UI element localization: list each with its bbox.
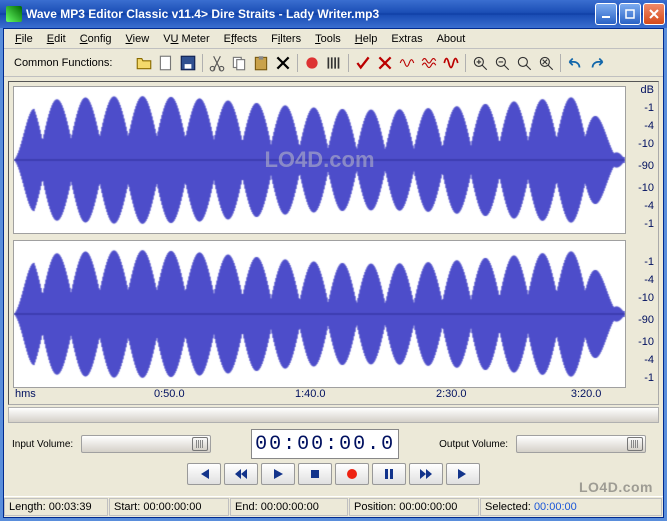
record-region-icon[interactable]	[302, 53, 322, 73]
rewind-button[interactable]	[224, 463, 258, 485]
output-volume-label: Output Volume:	[439, 439, 508, 450]
time-counter: 00:00:00.0	[251, 429, 399, 459]
forward-button[interactable]	[409, 463, 443, 485]
window-title: Wave MP3 Editor Classic v11.4> Dire Stra…	[26, 7, 593, 21]
paste-icon[interactable]	[251, 53, 271, 73]
menu-view[interactable]: View	[119, 31, 157, 47]
waveform-right-channel[interactable]	[13, 240, 626, 388]
zoom-in-icon[interactable]	[470, 53, 490, 73]
bars-icon[interactable]	[324, 53, 344, 73]
pause-button[interactable]	[372, 463, 406, 485]
open-icon[interactable]	[134, 53, 154, 73]
wave1-icon[interactable]	[397, 53, 417, 73]
wave3-icon[interactable]	[441, 53, 461, 73]
undo-icon[interactable]	[565, 53, 585, 73]
menu-edit[interactable]: Edit	[40, 31, 73, 47]
watermark-center: LO4D.com	[264, 147, 374, 173]
menu-filters[interactable]: Filters	[264, 31, 308, 47]
wave2-icon[interactable]	[419, 53, 439, 73]
close-button[interactable]	[643, 3, 665, 25]
status-selected: Selected: 00:00:00	[480, 498, 662, 516]
titlebar: Wave MP3 Editor Classic v11.4> Dire Stra…	[0, 0, 667, 28]
delete-icon[interactable]	[273, 53, 293, 73]
statusbar: Length: 00:03:39 Start: 00:00:00:00 End:…	[4, 496, 663, 517]
menu-config[interactable]: Config	[73, 31, 119, 47]
transport-controls	[4, 463, 663, 485]
cut-icon[interactable]	[207, 53, 227, 73]
menu-tools[interactable]: Tools	[308, 31, 348, 47]
menu-effects[interactable]: Effects	[217, 31, 264, 47]
record-button[interactable]	[335, 463, 369, 485]
status-length: Length: 00:03:39	[4, 498, 108, 516]
check-icon[interactable]	[353, 53, 373, 73]
watermark: LO4D.com	[579, 479, 653, 495]
cross-icon[interactable]	[375, 53, 395, 73]
input-volume-label: Input Volume:	[12, 439, 73, 450]
status-start: Start: 00:00:00:00	[109, 498, 229, 516]
status-position: Position: 00:00:00:00	[349, 498, 479, 516]
zoom-reset-icon[interactable]	[536, 53, 556, 73]
db-scale: dB -1 -4 -10 -90 -10 -4 -1 -1 -4 -10 -90…	[628, 86, 656, 388]
toolbar-label: Common Functions:	[14, 57, 112, 69]
redo-icon[interactable]	[587, 53, 607, 73]
horizontal-scrollbar[interactable]	[8, 407, 659, 423]
maximize-button[interactable]	[619, 3, 641, 25]
menubar: File Edit Config View VU Meter Effects F…	[4, 29, 663, 49]
status-end: End: 00:00:00:00	[230, 498, 348, 516]
zoom-sel-icon[interactable]	[514, 53, 534, 73]
waveform-area: LO4D.com dB -1 -4 -10 -90 -10 -4 -1 -1 -…	[8, 81, 659, 405]
play-button[interactable]	[261, 463, 295, 485]
menu-extras[interactable]: Extras	[384, 31, 429, 47]
zoom-out-icon[interactable]	[492, 53, 512, 73]
minimize-button[interactable]	[595, 3, 617, 25]
menu-vumeter[interactable]: VU Meter	[156, 31, 216, 47]
input-volume-slider[interactable]	[81, 435, 211, 453]
save-icon[interactable]	[178, 53, 198, 73]
skip-end-button[interactable]	[446, 463, 480, 485]
waveform-left-channel[interactable]: LO4D.com	[13, 86, 626, 234]
controls-row: Input Volume: 00:00:00.0 Output Volume:	[12, 429, 655, 459]
time-axis: hms 0:50.0 1:40.0 2:30.0 3:20.0	[13, 388, 626, 402]
skip-start-button[interactable]	[187, 463, 221, 485]
copy-icon[interactable]	[229, 53, 249, 73]
window-body: File Edit Config View VU Meter Effects F…	[3, 28, 664, 518]
menu-file[interactable]: File	[8, 31, 40, 47]
menu-help[interactable]: Help	[348, 31, 385, 47]
output-volume-slider[interactable]	[516, 435, 646, 453]
menu-about[interactable]: About	[430, 31, 473, 47]
app-icon	[6, 6, 22, 22]
toolbar: Common Functions:	[4, 49, 663, 77]
stop-button[interactable]	[298, 463, 332, 485]
new-icon[interactable]	[156, 53, 176, 73]
